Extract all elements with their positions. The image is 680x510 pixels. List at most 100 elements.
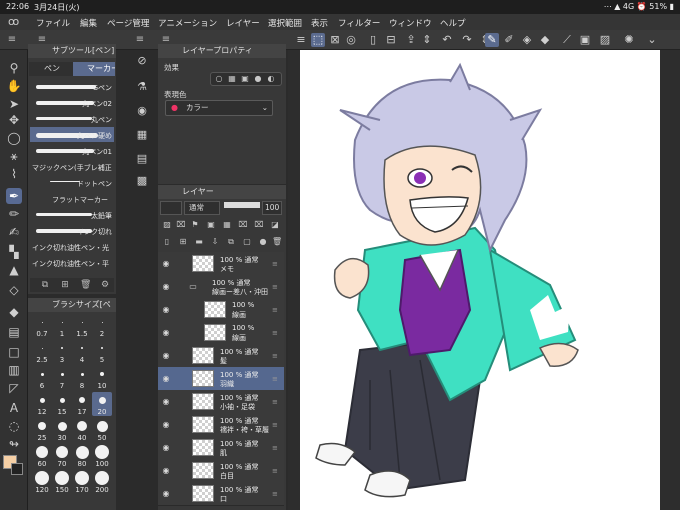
brush-size-option[interactable]: 17 <box>72 392 92 416</box>
selection-tool-icon[interactable]: ⬚ <box>311 33 325 47</box>
zoom-tool-icon[interactable]: ⚲ <box>6 60 22 76</box>
new-file-icon[interactable]: ▯ <box>366 33 380 47</box>
brush-size-option[interactable]: 1.5 <box>72 314 92 338</box>
menu-edit[interactable]: 編集 <box>80 17 97 29</box>
menu-icon[interactable]: ≡ <box>294 33 308 47</box>
brush-tool-icon[interactable]: ✍ <box>6 224 22 240</box>
drag-handle-icon[interactable]: ≡ <box>272 352 280 360</box>
brush-size-option[interactable]: 2.5 <box>32 340 52 364</box>
chevron-down-icon[interactable]: ⌄ <box>645 33 659 47</box>
brush-item[interactable]: 太鉛筆 <box>30 207 114 222</box>
transform-icon[interactable]: ⊠ <box>328 33 342 47</box>
pipette-icon[interactable]: ✐ <box>502 33 516 47</box>
clip-icon[interactable]: ▨ <box>162 220 172 230</box>
mask-icon[interactable]: ⌧ <box>238 220 248 230</box>
blend-mode-select[interactable]: 通常 <box>184 201 220 215</box>
brush-size-option[interactable]: 4 <box>72 340 92 364</box>
brush-size-option[interactable]: 6 <box>32 366 52 390</box>
menu-page[interactable]: ページ管理 <box>107 17 149 29</box>
opacity-value[interactable]: 100 <box>262 201 282 215</box>
tab-pen[interactable]: ペン <box>30 62 72 76</box>
ruler-icon[interactable]: ⟋ <box>560 33 574 47</box>
blend-tool-icon[interactable]: ▲ <box>6 262 22 278</box>
eye-icon[interactable]: ◉ <box>161 282 171 292</box>
brush-size-option[interactable]: 50 <box>92 418 112 442</box>
navigator-icon[interactable]: ⊘ <box>135 54 149 68</box>
balloon-tool-icon[interactable]: ◌ <box>6 418 22 434</box>
figure-tool-icon[interactable]: □ <box>6 344 22 360</box>
brush-item[interactable]: インク切れ油性ペン・光 <box>30 239 114 254</box>
drag-handle-icon[interactable]: ≡ <box>272 398 280 406</box>
palette-color-icon[interactable]: ◪ <box>270 220 280 230</box>
correction-tool-icon[interactable]: ↬ <box>6 436 22 452</box>
eye-icon[interactable]: ◉ <box>161 351 171 361</box>
save-icon[interactable]: ⊟ <box>384 33 398 47</box>
text-tool-icon[interactable]: A <box>6 400 22 416</box>
combine-down-icon[interactable]: ⧉ <box>226 237 236 247</box>
eye-icon[interactable]: ◉ <box>161 259 171 269</box>
pencil-tool-icon[interactable]: ✏ <box>6 206 22 222</box>
eraser-tool-icon[interactable]: ◇ <box>6 282 22 298</box>
layer-row[interactable]: ◉ 100 % 通常口 ≡ <box>158 482 284 506</box>
expression-color-select[interactable]: ● カラー ⌄ <box>165 100 273 116</box>
eye-icon[interactable]: ◉ <box>161 443 171 453</box>
brush-item[interactable]: 丸ペン <box>30 111 114 126</box>
brush-item[interactable]: 丸ペン02 <box>30 95 114 110</box>
layer-row[interactable]: ◉ 100 % 通常 襦袢・袴・草履 ≡ <box>158 413 284 437</box>
menu-file[interactable]: ファイル <box>36 17 70 29</box>
gradient-tool-icon[interactable]: ▤ <box>6 324 22 340</box>
brush-item[interactable]: マジックペン(手ブレ補正 <box>30 159 114 174</box>
pen-icon[interactable]: ✎ <box>485 33 499 47</box>
brush-item[interactable]: インク切れ油性ペン・平 <box>30 255 114 270</box>
mask-create-icon[interactable]: ▢ <box>242 237 252 247</box>
pen-tool-icon[interactable]: ✒ <box>6 188 22 204</box>
brush-size-option[interactable]: 100 <box>92 444 112 468</box>
undo-icon[interactable]: ↶ <box>440 33 454 47</box>
settings-icon[interactable]: ⚙ <box>100 280 110 290</box>
brush-size-option[interactable]: 120 <box>32 470 52 494</box>
operation-tool-icon[interactable]: ➤ <box>6 96 22 112</box>
brush-size-option[interactable]: 25 <box>32 418 52 442</box>
folder-icon[interactable]: ▭ <box>188 282 198 292</box>
brush-size-option[interactable]: 200 <box>92 470 112 494</box>
drag-handle-icon[interactable]: ≡ <box>272 467 280 475</box>
ruler-link-icon[interactable]: ⌧ <box>254 220 264 230</box>
tab-marker[interactable]: マーカー <box>73 62 115 76</box>
brush-size-option[interactable]: 5 <box>92 340 112 364</box>
layer-row[interactable]: ◉ 100 % 通常 白目 ≡ <box>158 459 284 483</box>
layer-row[interactable]: ◉ 100 % 通常髪 ≡ <box>158 344 284 368</box>
ruler-tool-icon[interactable]: ◸ <box>6 380 22 396</box>
eye-icon[interactable]: ◉ <box>161 328 171 338</box>
brush-size-option[interactable]: 20 <box>92 392 112 416</box>
drag-handle-icon[interactable]: ≡ <box>272 329 280 337</box>
brush-size-option[interactable]: 40 <box>72 418 92 442</box>
new-folder-icon[interactable]: ▬ <box>194 237 204 247</box>
zoom-icon[interactable]: ◎ <box>344 33 358 47</box>
color-effect-icon[interactable]: ● <box>253 74 263 84</box>
drag-handle-icon[interactable]: ≡ <box>272 444 280 452</box>
copy-subtool-icon[interactable]: ⧉ <box>40 280 50 290</box>
arrows-icon[interactable]: ⇕ <box>420 33 434 47</box>
brush-size-option[interactable]: 7 <box>52 366 72 390</box>
brush-size-option[interactable]: 30 <box>52 418 72 442</box>
brush-size-option[interactable]: 80 <box>72 444 92 468</box>
menu-layer[interactable]: レイヤー <box>226 17 260 29</box>
eye-icon[interactable]: ◉ <box>161 397 171 407</box>
drag-handle-icon[interactable]: ≡ <box>272 421 280 429</box>
drag-handle-icon[interactable]: ≡ <box>272 283 280 291</box>
color-wheel-icon[interactable]: ◉ <box>135 104 149 118</box>
hamburger-icon[interactable]: ≡ <box>6 34 18 46</box>
layer-row[interactable]: ◉ 100 % 通常 メモ ≡ <box>158 252 284 276</box>
brush-item[interactable]: インク切れ <box>30 223 114 238</box>
delete-layer-icon[interactable]: 🗑 <box>272 237 282 247</box>
brush-size-option[interactable]: 12 <box>32 392 52 416</box>
redo-icon[interactable]: ↷ <box>460 33 474 47</box>
brush-item[interactable]: フラットマーカー <box>30 191 114 206</box>
loading-icon[interactable]: ✺ <box>622 33 636 47</box>
layer-type-button[interactable] <box>160 201 182 215</box>
drag-handle-icon[interactable]: ≡ <box>272 260 280 268</box>
layer-row[interactable]: ◉ 100 % 通常 小袖・足袋 ≡ <box>158 390 284 414</box>
new-subtool-icon[interactable]: ⊞ <box>60 280 70 290</box>
brush-size-option[interactable]: 0.7 <box>32 314 52 338</box>
layer-row[interactable]: ◉ 100 % 通常肌 ≡ <box>158 436 284 460</box>
